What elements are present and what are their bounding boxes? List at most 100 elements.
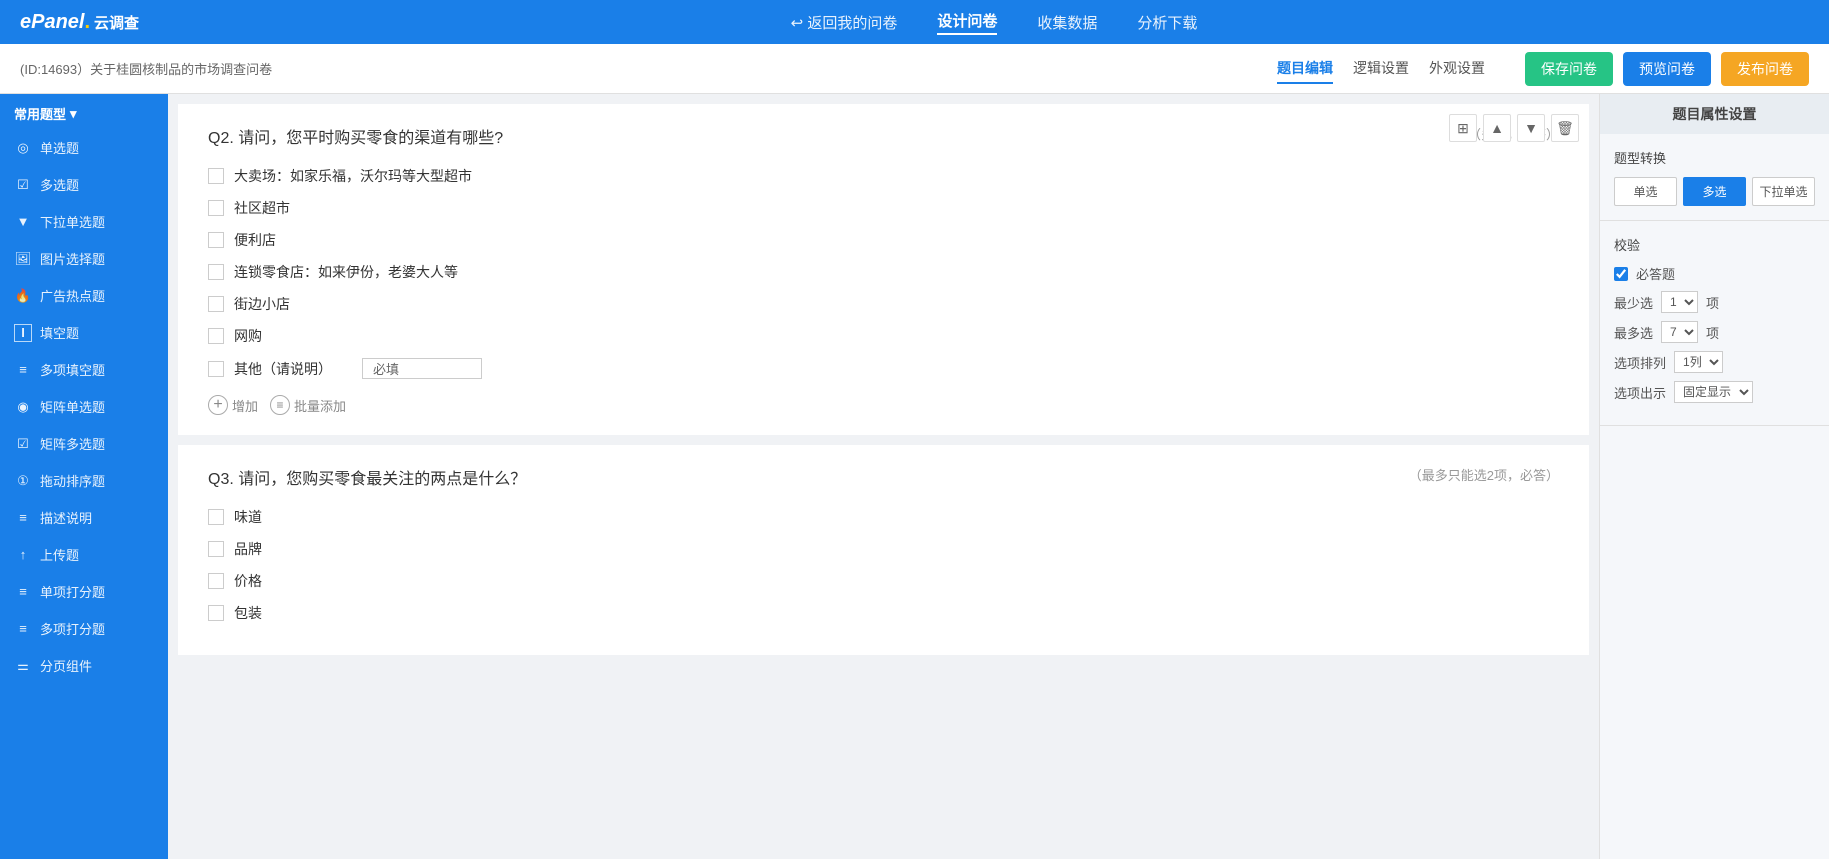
sidebar-item-single-choice[interactable]: ◎ 单选题 [0,129,168,166]
type-single-button[interactable]: 单选 [1614,177,1677,206]
question-card-q3: Q3. 请问，您购买零食最关注的两点是什么？ （最多只能选2项，必答） 味道 品… [178,445,1589,655]
option-checkbox[interactable] [208,200,224,216]
tab-appearance[interactable]: 外观设置 [1429,54,1485,84]
publish-button[interactable]: 发布问卷 [1721,52,1809,86]
add-option-button[interactable]: + 增加 [208,395,258,415]
bulk-label: 批量添加 [294,396,346,415]
question-text: 请问，您平时购买零食的渠道有哪些? [238,130,503,147]
question-toolbar: ⊞ ▲ ▼ 🗑 [1449,114,1579,142]
sidebar-item-multi-choice[interactable]: ☑ 多选题 [0,166,168,203]
delete-button[interactable]: 🗑 [1551,114,1579,142]
sidebar-item-single-score[interactable]: ≡ 单项打分题 [0,573,168,610]
sidebar-item-page-widget[interactable]: ⚌ 分页组件 [0,647,168,684]
sidebar-item-multi-fill[interactable]: ≡ 多项填空题 [0,351,168,388]
required-checkbox[interactable] [1614,267,1628,281]
matrix-multi-icon: ☑ [14,435,32,453]
tab-edit[interactable]: 题目编辑 [1277,54,1333,84]
option-row: 味道 [208,507,1559,527]
sidebar-item-hotspot[interactable]: 🔥 广告热点题 [0,277,168,314]
type-dropdown-button[interactable]: 下拉单选 [1752,177,1815,206]
nav-analyze[interactable]: 分析下载 [1137,10,1197,35]
option-checkbox[interactable] [208,264,224,280]
type-buttons: 单选 多选 下拉单选 [1614,177,1815,206]
sidebar-item-label: 矩阵多选题 [40,434,105,453]
sidebar-item-multi-score[interactable]: ≡ 多项打分题 [0,610,168,647]
option-label: 价格 [234,571,262,591]
option-row: 品牌 [208,539,1559,559]
sidebar-item-matrix-single[interactable]: ◉ 矩阵单选题 [0,388,168,425]
type-convert-label: 题型转换 [1614,148,1815,167]
sidebar-item-description[interactable]: ≡ 描述说明 [0,499,168,536]
sidebar-item-label: 上传题 [40,545,79,564]
sidebar: 常用题型 ▾ ◎ 单选题 ☑ 多选题 ▼ 下拉单选题 🖼 图片选择题 🔥 广告热… [0,94,168,859]
option-checkbox[interactable] [208,361,224,377]
min-select-row: 最少选 123 项 [1614,291,1815,313]
sidebar-item-dropdown[interactable]: ▼ 下拉单选题 [0,203,168,240]
option-checkbox[interactable] [208,573,224,589]
matrix-single-icon: ◉ [14,398,32,416]
content-area: ⊞ ▲ ▼ 🗑 Q2. 请问，您平时购买零食的渠道有哪些? （多选，必答） 大卖… [168,94,1599,859]
sidebar-item-matrix-multi[interactable]: ☑ 矩阵多选题 [0,425,168,462]
sidebar-item-drag-sort[interactable]: ① 拖动排序题 [0,462,168,499]
option-row: 连锁零食店：如来伊份，老婆大人等 [208,262,1559,282]
option-checkbox[interactable] [208,605,224,621]
option-checkbox[interactable] [208,328,224,344]
question-number: Q2. [208,130,234,147]
right-panel: 题目属性设置 题型转换 单选 多选 下拉单选 校验 必答题 最少选 123 项 [1599,94,1829,859]
move-down-button[interactable]: ▼ [1517,114,1545,142]
multi-score-icon: ≡ [14,620,32,638]
option-row: 大卖场：如家乐福，沃尔玛等大型超市 [208,166,1559,186]
sidebar-item-image-choice[interactable]: 🖼 图片选择题 [0,240,168,277]
option-arrange-row: 选项排列 1列2列 [1614,351,1815,373]
option-checkbox[interactable] [208,296,224,312]
sidebar-item-label: 图片选择题 [40,249,105,268]
option-label: 街边小店 [234,294,290,314]
required-label: 必答题 [1636,264,1675,283]
option-label: 网购 [234,326,262,346]
validation-label: 校验 [1614,235,1815,254]
sidebar-item-upload[interactable]: ↑ 上传题 [0,536,168,573]
option-row: 价格 [208,571,1559,591]
tab-logic[interactable]: 逻辑设置 [1353,54,1409,84]
fill-blank-icon: I [14,324,32,342]
copy-button[interactable]: ⊞ [1449,114,1477,142]
sidebar-item-label: 分页组件 [40,656,92,675]
type-multi-button[interactable]: 多选 [1683,177,1746,206]
option-arrange-dropdown[interactable]: 1列2列 [1674,351,1723,373]
preview-button[interactable]: 预览问卷 [1623,52,1711,86]
sidebar-item-fill-blank[interactable]: I 填空题 [0,314,168,351]
logo-epanel-text: ePanel [20,11,84,34]
nav-design[interactable]: 设计问卷 [937,10,997,35]
question-tag-q3: （最多只能选2项，必答） [1409,465,1559,484]
survey-id-label: (ID:14693）关于桂圆核制品的市场调查问卷 [20,59,272,78]
option-display-dropdown[interactable]: 固定显示随机显示 [1674,381,1753,403]
max-select-dropdown[interactable]: 753 [1661,321,1698,343]
nav-back[interactable]: ↩ 返回我的问卷 [791,10,898,35]
min-select-label: 最少选 [1614,293,1653,312]
sidebar-item-label: 描述说明 [40,508,92,527]
option-checkbox[interactable] [208,541,224,557]
option-checkbox[interactable] [208,168,224,184]
top-nav-links: ↩ 返回我的问卷 设计问卷 收集数据 分析下载 [179,10,1809,35]
option-checkbox[interactable] [208,509,224,525]
dropdown-icon: ▼ [14,213,32,231]
max-select-unit: 项 [1706,323,1719,342]
option-row: 社区超市 [208,198,1559,218]
min-select-dropdown[interactable]: 123 [1661,291,1698,313]
nav-collect[interactable]: 收集数据 [1037,10,1097,35]
upload-icon: ↑ [14,546,32,564]
option-label: 味道 [234,507,262,527]
question-header-q3: Q3. 请问，您购买零食最关注的两点是什么？ （最多只能选2项，必答） [208,465,1559,489]
add-options-row: + 增加 ≡ 批量添加 [208,395,1559,415]
right-panel-title: 题目属性设置 [1600,94,1829,134]
bulk-add-button[interactable]: ≡ 批量添加 [270,395,346,415]
save-button[interactable]: 保存问卷 [1525,52,1613,86]
sidebar-item-label: 多选题 [40,175,79,194]
page-widget-icon: ⚌ [14,657,32,675]
option-checkbox[interactable] [208,232,224,248]
type-convert-section: 题型转换 单选 多选 下拉单选 [1600,134,1829,221]
multi-fill-icon: ≡ [14,361,32,379]
required-row: 必答题 [1614,264,1815,283]
required-input[interactable] [362,358,482,379]
move-up-button[interactable]: ▲ [1483,114,1511,142]
